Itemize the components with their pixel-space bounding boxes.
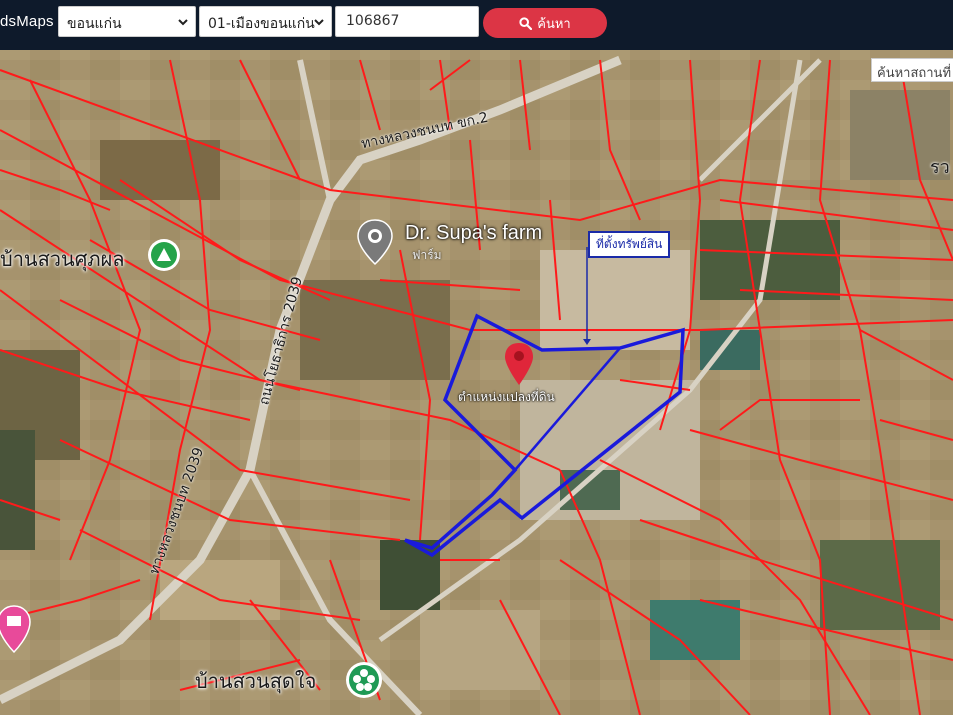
district-select[interactable]: 01-เมืองขอนแก่น — [199, 6, 332, 37]
province-select[interactable]: ขอนแก่น — [58, 6, 196, 37]
garden-poi-icon[interactable] — [346, 662, 382, 698]
search-button-label: ค้นหา — [537, 16, 571, 32]
corner-place-label: รว — [930, 157, 950, 178]
place-search-input[interactable]: ค้นหาสถานที่ — [871, 58, 953, 82]
chevron-down-icon — [314, 19, 324, 26]
village-label-2: บ้านสวนสุดใจ — [195, 669, 317, 693]
top-toolbar: dsMaps ขอนแก่น 01-เมืองขอนแก่น 106867 ค้… — [0, 0, 953, 50]
search-icon — [519, 16, 533, 30]
map-canvas[interactable]: ค้นหาสถานที่ Dr. Supa's farm ฟาร์ม บ้านส… — [0, 50, 953, 715]
province-value: ขอนแก่น — [67, 16, 122, 32]
search-button[interactable]: ค้นหา — [483, 8, 607, 38]
village-label-1: บ้านสวนศุภผล — [0, 247, 125, 271]
satellite-map[interactable] — [0, 50, 953, 715]
asset-location-tag: ที่ตั้งทรัพย์สิน — [588, 231, 671, 258]
plot-position-label: ตำแหน่งแปลงที่ดิน — [458, 390, 555, 404]
district-value: 01-เมืองขอนแก่น — [208, 16, 315, 32]
parcel-number-input[interactable]: 106867 — [335, 6, 479, 37]
farm-name-label: Dr. Supa's farm — [405, 222, 543, 244]
park-icon[interactable] — [148, 239, 180, 271]
farm-sub-label: ฟาร์ม — [412, 248, 442, 262]
chevron-down-icon — [178, 19, 188, 26]
brand-logo: dsMaps — [0, 13, 54, 30]
